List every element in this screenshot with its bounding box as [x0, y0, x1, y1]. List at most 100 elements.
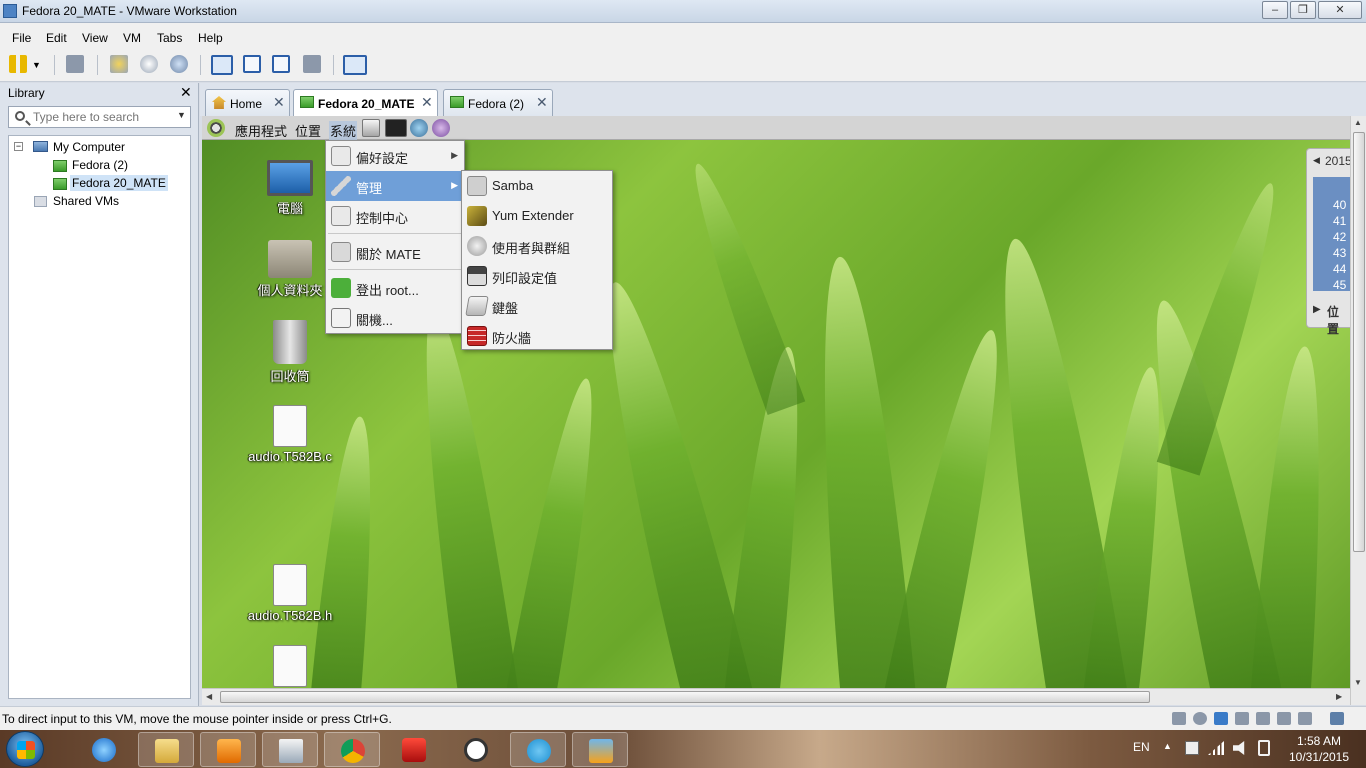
language-indicator[interactable]: EN — [1133, 740, 1150, 754]
submenu-item-print-settings[interactable]: 列印設定值 — [462, 261, 612, 291]
terminal-launcher-icon[interactable] — [385, 119, 407, 137]
tab-fedora-2[interactable]: Fedora (2) ✕ — [443, 89, 553, 116]
vertical-scroll-thumb[interactable] — [1353, 132, 1365, 552]
menu-item-administration[interactable]: 管理 ▶ — [326, 171, 464, 201]
desktop-icon-audio-h[interactable]: audio.T582B.h — [240, 564, 340, 623]
vm-console[interactable]: 應用程式 位置 系統 電腦 個人資料夾 回收筒 audio.T582B.c au… — [202, 116, 1350, 688]
calendar-prev-icon[interactable]: ◀ — [1313, 155, 1320, 166]
tab-home[interactable]: Home ✕ — [205, 89, 290, 116]
network-signal-icon[interactable] — [1208, 741, 1224, 755]
scroll-left-icon[interactable]: ◀ — [206, 692, 212, 701]
users-icon — [467, 236, 487, 256]
menu-item-preferences[interactable]: 偏好設定 ▶ — [326, 141, 464, 171]
taskbar-telegram[interactable] — [510, 732, 566, 767]
search-dropdown-icon[interactable]: ▼ — [177, 110, 186, 120]
taskbar-media-player[interactable] — [200, 732, 256, 767]
message-log-icon[interactable] — [1330, 712, 1344, 725]
quick-switch-icon[interactable] — [243, 55, 261, 73]
unity-icon[interactable] — [303, 55, 321, 73]
start-button[interactable] — [6, 731, 44, 767]
clock-time[interactable]: 1:58 AM — [1285, 734, 1353, 748]
library-search-input[interactable] — [33, 109, 168, 125]
snapshot-revert-icon[interactable] — [140, 55, 158, 73]
library-search-box[interactable]: ▼ — [8, 106, 191, 128]
taskbar-app-circle[interactable] — [448, 732, 504, 767]
cd-dvd-icon[interactable] — [1193, 712, 1207, 725]
file-manager-launcher-icon[interactable] — [362, 119, 380, 137]
mate-logo-icon[interactable] — [207, 119, 225, 137]
administration-submenu: Samba Yum Extender 使用者與群組 列印設定值 鍵盤 防火牆 — [461, 170, 613, 350]
battery-icon[interactable] — [1258, 740, 1270, 756]
collapse-icon[interactable]: − — [14, 142, 23, 151]
tab-close-icon[interactable]: ✕ — [421, 94, 433, 111]
desktop-icon-audio-c[interactable]: audio.T582B.c — [240, 405, 340, 464]
pidgin-launcher-icon[interactable] — [432, 119, 450, 137]
taskbar-app[interactable] — [262, 732, 318, 767]
scroll-up-icon[interactable]: ▲ — [1354, 118, 1362, 127]
horizontal-scrollbar[interactable]: ◀ ▶ — [202, 688, 1350, 705]
submenu-item-users-groups[interactable]: 使用者與群組 — [462, 231, 612, 261]
menu-item-about-mate[interactable]: 關於 MATE — [326, 237, 464, 267]
clock-date[interactable]: 10/31/2015 — [1285, 750, 1353, 764]
submenu-item-samba[interactable]: Samba — [462, 171, 612, 201]
close-button[interactable]: ✕ — [1318, 1, 1362, 19]
menu-view[interactable]: View — [82, 31, 108, 45]
suspend-dropdown-icon[interactable]: ▼ — [32, 60, 41, 70]
panel-menu-system[interactable]: 系統 — [329, 121, 358, 140]
tree-my-computer[interactable]: My Computer — [53, 140, 125, 154]
taskbar-vmware[interactable] — [572, 732, 628, 767]
horizontal-scroll-thumb[interactable] — [220, 691, 1150, 703]
menu-tabs[interactable]: Tabs — [157, 31, 182, 45]
suspend-icon[interactable] — [9, 55, 27, 73]
computer-icon — [267, 160, 313, 196]
display-icon[interactable] — [1298, 712, 1312, 725]
tree-vm-fedora-2[interactable]: Fedora (2) — [72, 158, 128, 172]
tab-close-icon[interactable]: ✕ — [273, 94, 285, 111]
snapshot-manager-icon[interactable] — [170, 55, 188, 73]
desktop-icon-file[interactable] — [240, 645, 340, 688]
taskbar-internet-explorer[interactable] — [76, 732, 132, 767]
show-hidden-icons-icon[interactable]: ▲ — [1163, 741, 1172, 751]
menu-edit[interactable]: Edit — [46, 31, 67, 45]
action-center-icon[interactable] — [1185, 741, 1199, 755]
taskbar-flash[interactable] — [386, 732, 442, 767]
taskbar-file-explorer[interactable] — [138, 732, 194, 767]
scroll-right-icon[interactable]: ▶ — [1336, 692, 1342, 701]
printer-device-icon[interactable] — [1235, 712, 1249, 725]
submenu-item-firewall[interactable]: 防火牆 — [462, 321, 612, 351]
menu-item-shutdown[interactable]: 關機... — [326, 303, 464, 333]
maximize-button[interactable]: ❐ — [1290, 1, 1316, 19]
menu-item-logout[interactable]: 登出 root... — [326, 273, 464, 303]
show-library-icon[interactable] — [211, 55, 233, 75]
vertical-scrollbar[interactable]: ▲ ▼ — [1350, 116, 1366, 705]
panel-menu-applications[interactable]: 應用程式 — [235, 121, 287, 140]
menu-file[interactable]: File — [12, 31, 31, 45]
expand-locations-icon[interactable]: ▶ — [1313, 304, 1321, 315]
snapshot-take-icon[interactable] — [110, 55, 128, 73]
minimize-button[interactable]: – — [1262, 1, 1288, 19]
network-icon[interactable] — [66, 55, 84, 73]
library-close-icon[interactable]: ✕ — [180, 84, 192, 101]
taskbar-chrome[interactable] — [324, 732, 380, 767]
calendar-locations-label[interactable]: 位置 — [1327, 303, 1350, 337]
sound-card-icon[interactable] — [1277, 712, 1291, 725]
network-adapter-icon[interactable] — [1214, 712, 1228, 725]
tree-vm-fedora-20-mate[interactable]: Fedora 20_MATE — [70, 175, 168, 191]
tab-close-icon[interactable]: ✕ — [536, 94, 548, 111]
hard-disk-icon[interactable] — [1172, 712, 1186, 725]
submenu-item-keyboard[interactable]: 鍵盤 — [462, 291, 612, 321]
panel-menu-places[interactable]: 位置 — [295, 121, 321, 140]
full-screen-icon[interactable] — [272, 55, 290, 73]
volume-icon[interactable] — [1233, 741, 1245, 755]
submenu-item-yum-extender[interactable]: Yum Extender — [462, 201, 612, 231]
menu-vm[interactable]: VM — [123, 31, 141, 45]
menu-help[interactable]: Help — [198, 31, 223, 45]
scroll-down-icon[interactable]: ▼ — [1354, 678, 1362, 687]
console-view-icon[interactable] — [343, 55, 367, 75]
tab-fedora-20-mate[interactable]: Fedora 20_MATE ✕ — [293, 89, 438, 116]
web-browser-launcher-icon[interactable] — [410, 119, 428, 137]
menu-separator — [328, 233, 462, 234]
usb-device-icon[interactable] — [1256, 712, 1270, 725]
tree-shared-vms[interactable]: Shared VMs — [53, 194, 119, 208]
menu-item-control-center[interactable]: 控制中心 — [326, 201, 464, 231]
